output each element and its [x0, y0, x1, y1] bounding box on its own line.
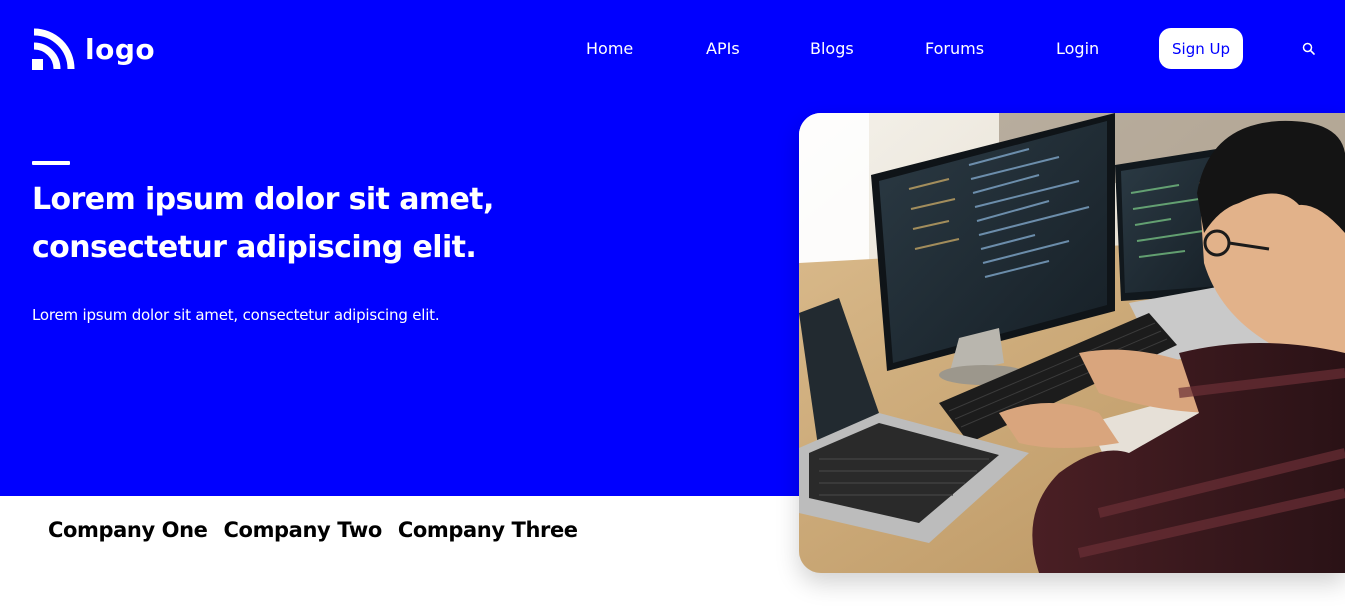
hero-headline-line2: consectetur adipiscing elit.	[32, 230, 477, 265]
nav-link-apis[interactable]: APIs	[706, 39, 740, 58]
hero-headline: Lorem ipsum dolor sit amet, consectetur …	[32, 176, 552, 272]
company-name: Company Three	[397, 518, 578, 542]
nav-link-login[interactable]: Login	[1056, 39, 1099, 58]
hero-image	[799, 113, 1345, 573]
nav-link-forums[interactable]: Forums	[925, 39, 984, 58]
main-navigation: Home APIs Blogs Forums Login Sign Up	[0, 28, 1345, 69]
sign-up-button[interactable]: Sign Up	[1159, 28, 1243, 69]
hero-subtext: Lorem ipsum dolor sit amet, consectetur …	[32, 306, 440, 324]
company-name: Company Two	[223, 518, 383, 542]
accent-line	[32, 161, 70, 165]
companies-row: Company One Company Two Company Three	[48, 518, 578, 542]
nav-link-home[interactable]: Home	[586, 39, 633, 58]
nav-link-blogs[interactable]: Blogs	[810, 39, 854, 58]
search-icon[interactable]	[1302, 41, 1316, 55]
hero-headline-line1: Lorem ipsum dolor sit amet,	[32, 182, 494, 217]
company-name: Company One	[48, 518, 208, 542]
